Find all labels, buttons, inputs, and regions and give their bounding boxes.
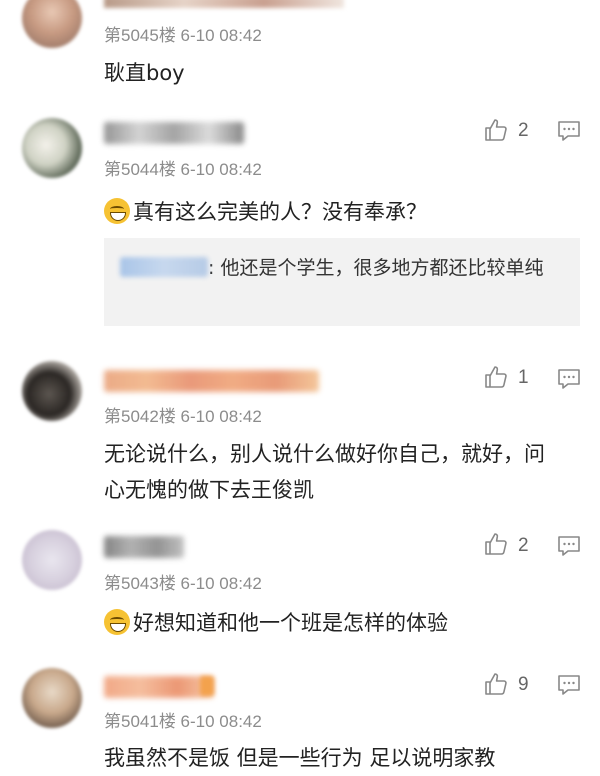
username-blurred[interactable] [104,370,319,392]
comment-text: 真有这么完美的人？没有奉承？ [104,194,574,230]
username-blurred[interactable] [104,536,184,558]
vip-badge-icon [200,676,214,696]
floor-timestamp: 第5044楼 6-10 08:42 [104,160,262,179]
avatar[interactable] [22,530,82,590]
reply-quote[interactable]: : 他还是个学生，很多地方都还比较单纯 [104,238,580,326]
floor-timestamp: 第5045楼 6-10 08:42 [104,26,262,45]
username-blurred[interactable] [104,676,214,698]
comment-text-content: 好想知道和他一个班是怎样的体验 [133,611,448,635]
thumbs-up-icon[interactable] [483,671,509,697]
comment-icon[interactable] [556,366,582,392]
avatar[interactable] [22,0,82,48]
floor-timestamp: 第5042楼 6-10 08:42 [104,407,262,426]
comment-text: 我虽然不是饭 但是一些行为 足以说明家教 [104,746,496,770]
thumbs-up-icon[interactable] [483,364,509,390]
username-blurred[interactable] [104,122,244,144]
floor-timestamp: 第5043楼 6-10 08:42 [104,574,262,593]
comment-icon[interactable] [556,118,582,144]
username-blurred[interactable] [104,0,344,8]
like-count: 9 [518,674,529,695]
avatar[interactable] [22,118,82,178]
like-count: 2 [518,535,529,556]
comment-text-content: 真有这么完美的人？没有奉承？ [133,200,427,224]
comment-text: 无论说什么，别人说什么做好你自己，就好，问心无愧的做下去王俊凯 [104,442,545,502]
comment-text: 耿直boy [104,61,185,85]
comment-icon[interactable] [556,672,582,698]
reply-username-blurred[interactable] [120,257,208,277]
comment-text: 好想知道和他一个班是怎样的体验 [104,605,574,641]
floor-timestamp: 第5041楼 6-10 08:42 [104,712,262,731]
reply-text: : 他还是个学生，很多地方都还比较单纯 [208,257,544,279]
like-count: 1 [518,367,529,388]
thumbs-up-icon[interactable] [483,117,509,143]
avatar[interactable] [22,361,82,421]
like-count: 2 [518,120,529,141]
avatar[interactable] [22,668,82,728]
laughing-emoji-icon [104,609,130,635]
laughing-emoji-icon [104,198,130,224]
comment-icon[interactable] [556,533,582,559]
thumbs-up-icon[interactable] [483,531,509,557]
